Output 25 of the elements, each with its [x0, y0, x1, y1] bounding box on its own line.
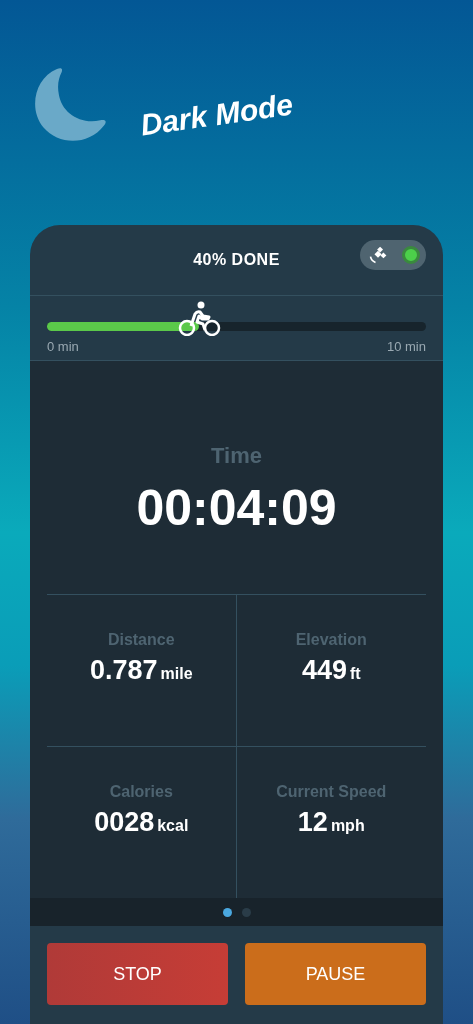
time-value: 00:04:09	[136, 478, 337, 537]
stat-unit: mph	[330, 816, 365, 835]
stat-unit: mile	[160, 664, 193, 683]
stat-label: Distance	[107, 630, 175, 649]
stat-value: 0.787	[89, 654, 158, 686]
gps-toggle[interactable]	[360, 240, 426, 270]
cyclist-icon	[176, 300, 221, 336]
banner-title: Dark Mode	[138, 87, 295, 143]
stat-label: Calories	[109, 782, 173, 801]
stat-unit: ft	[349, 664, 361, 683]
stat-label: Current Speed	[276, 782, 387, 801]
progress-title: 40% DONE	[193, 251, 280, 269]
page-dot[interactable]	[241, 907, 251, 917]
end-label: 10 min	[386, 339, 426, 354]
stat-value: 0028	[94, 806, 155, 838]
page-dot[interactable]	[222, 907, 232, 917]
satellite-icon	[368, 245, 388, 265]
stat-value: 12	[297, 806, 328, 838]
stat-unit: kcal	[157, 816, 189, 835]
stop-button[interactable]: STOP	[47, 943, 228, 1005]
start-label: 0 min	[47, 339, 79, 354]
time-label: Time	[211, 442, 262, 469]
stat-label: Elevation	[295, 630, 367, 649]
stat-value: 449	[301, 654, 347, 686]
pause-button[interactable]: PAUSE	[245, 943, 426, 1005]
